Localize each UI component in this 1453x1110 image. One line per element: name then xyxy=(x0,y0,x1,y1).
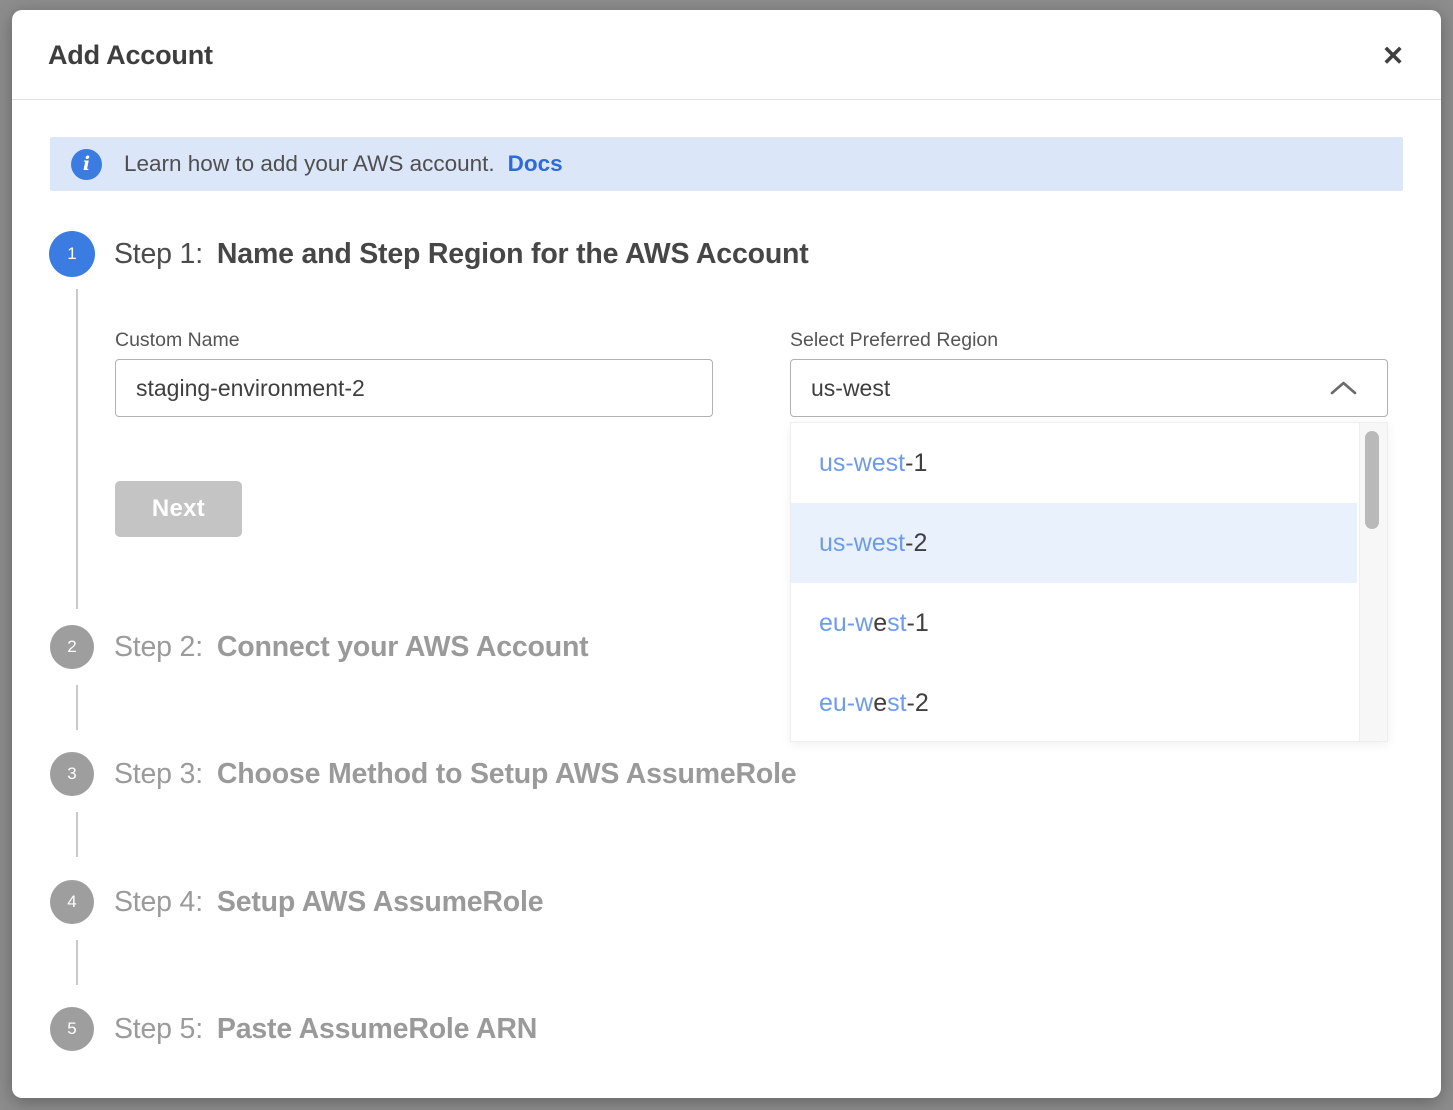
step-number-badge: 3 xyxy=(50,752,94,796)
option-text-match: us-west xyxy=(819,529,905,558)
info-banner: i Learn how to add your AWS account. Doc… xyxy=(50,137,1403,191)
step-prefix: Step 1: xyxy=(114,238,203,270)
step-row-5: 5 Step 5: Paste AssumeRole ARN xyxy=(49,1006,537,1052)
option-text-rest: -1 xyxy=(907,609,929,638)
step-title: Name and Step Region for the AWS Account xyxy=(217,238,809,270)
region-combobox-value: us-west xyxy=(811,375,890,402)
step-row-3: 3 Step 3: Choose Method to Setup AWS Assu… xyxy=(49,751,796,797)
step-heading: Step 3: Choose Method to Setup AWS Assume… xyxy=(114,758,796,791)
step-prefix: Step 3: xyxy=(114,758,203,790)
step-heading: Step 1: Name and Step Region for the AWS … xyxy=(114,238,809,271)
step-number-badge: 4 xyxy=(50,880,94,924)
step-number-badge: 5 xyxy=(50,1007,94,1051)
step-title: Choose Method to Setup AWS AssumeRole xyxy=(217,758,797,790)
banner-text: Learn how to add your AWS account. xyxy=(124,151,495,177)
custom-name-field-group: Custom Name staging-environment-2 xyxy=(115,329,713,417)
step-row-1: 1 Step 1: Name and Step Region for the AW… xyxy=(49,231,809,277)
step-heading: Step 2: Connect your AWS Account xyxy=(114,631,588,664)
option-text-rest: -1 xyxy=(905,449,927,478)
chevron-up-icon[interactable] xyxy=(1330,380,1357,396)
option-text-rest: -2 xyxy=(907,689,929,718)
region-options-list: us-west-1 us-west-2 eu-west-1 eu-west-2 xyxy=(791,423,1357,741)
option-text-match: st xyxy=(887,689,906,718)
step-row-2: 2 Step 2: Connect your AWS Account xyxy=(49,624,588,670)
dropdown-scrollbar-track[interactable] xyxy=(1357,423,1387,741)
region-option-us-west-1[interactable]: us-west-1 xyxy=(791,423,1357,503)
step-title: Connect your AWS Account xyxy=(217,631,589,663)
option-text-match: eu-w xyxy=(819,689,873,718)
step-prefix: Step 5: xyxy=(114,1013,203,1045)
step-prefix: Step 2: xyxy=(114,631,203,663)
step-connector-2 xyxy=(76,685,78,730)
modal-title: Add Account xyxy=(48,40,213,71)
step-number-badge: 1 xyxy=(49,231,95,277)
step-connector-3 xyxy=(76,812,78,857)
step-row-4: 4 Step 4: Setup AWS AssumeRole xyxy=(49,879,543,925)
next-button[interactable]: Next xyxy=(115,481,242,537)
option-text-rest: e xyxy=(873,689,887,718)
region-option-eu-west-2[interactable]: eu-west-2 xyxy=(791,663,1357,743)
dropdown-scrollbar-thumb[interactable] xyxy=(1365,431,1379,529)
step-connector-1 xyxy=(76,289,78,609)
modal-header: Add Account ✕ xyxy=(12,10,1441,100)
step-connector-4 xyxy=(76,940,78,985)
option-text-match: eu-w xyxy=(819,609,873,638)
step-title: Paste AssumeRole ARN xyxy=(217,1013,537,1045)
option-text-rest: -2 xyxy=(905,529,927,558)
region-label: Select Preferred Region xyxy=(790,329,1388,352)
step-heading: Step 4: Setup AWS AssumeRole xyxy=(114,886,543,919)
option-text-rest: e xyxy=(873,609,887,638)
docs-link[interactable]: Docs xyxy=(508,151,563,177)
step-prefix: Step 4: xyxy=(114,886,203,918)
custom-name-label: Custom Name xyxy=(115,329,713,352)
info-icon: i xyxy=(71,149,102,180)
region-field-group: Select Preferred Region us-west xyxy=(790,329,1388,417)
step-title: Setup AWS AssumeRole xyxy=(217,886,543,918)
region-dropdown-panel: us-west-1 us-west-2 eu-west-1 eu-west-2 xyxy=(790,422,1388,742)
region-option-us-west-2[interactable]: us-west-2 xyxy=(791,503,1357,583)
region-combobox[interactable]: us-west xyxy=(790,359,1388,417)
close-icon[interactable]: ✕ xyxy=(1373,36,1413,76)
custom-name-input[interactable]: staging-environment-2 xyxy=(115,359,713,417)
option-text-match: st xyxy=(887,609,906,638)
add-account-modal: Add Account ✕ i Learn how to add your AW… xyxy=(12,10,1441,1098)
step-heading: Step 5: Paste AssumeRole ARN xyxy=(114,1013,537,1046)
step-number-badge: 2 xyxy=(50,625,94,669)
option-text-match: us-west xyxy=(819,449,905,478)
region-option-eu-west-1[interactable]: eu-west-1 xyxy=(791,583,1357,663)
